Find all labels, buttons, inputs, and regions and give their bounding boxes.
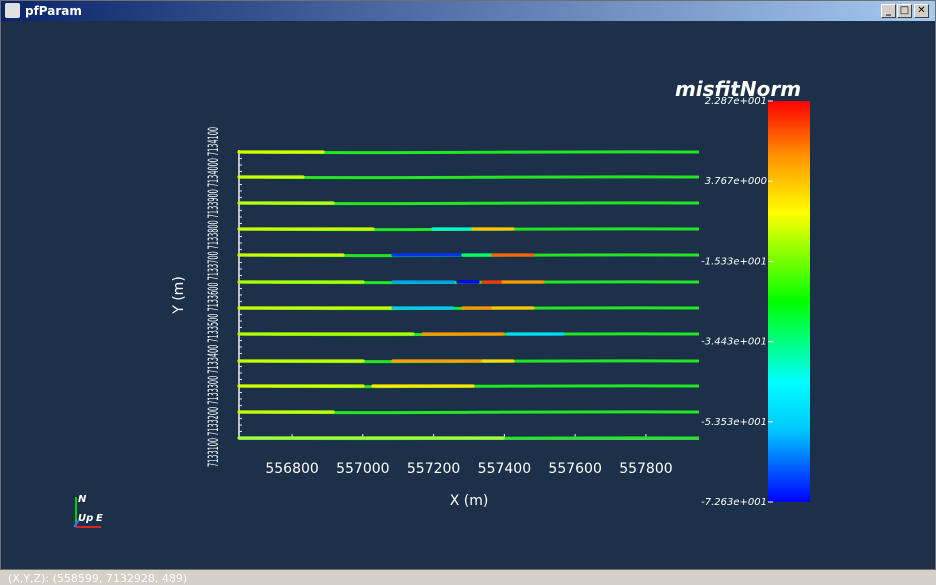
x-tick-label: 557400 [478,461,531,477]
y-tick-labels: 7133100 7133200 7133300 7133400 7133500 … [206,127,222,467]
x-axis-title: X (m) [450,493,489,509]
x-tick-label: 556800 [265,461,318,477]
plot-canvas[interactable]: 556800 557000 557200 557400 557600 557800 X (… [3,22,933,568]
x-tick-label: 557000 [336,461,389,477]
colorbar-label: -5.353e+001 [701,417,767,428]
east-label: E [96,513,103,524]
colorbar-label: 2.287e+001 [705,96,767,107]
colorbar [768,101,810,502]
colorbar-label: 3.767e+000 [705,176,767,187]
y-axis-ticks [239,151,245,439]
minimize-button[interactable]: _ [881,4,896,18]
coordinate-readout: (X,Y,Z): (558599, 7132928, 489) [8,572,188,585]
orientation-axes: N Up E [73,494,103,528]
close-button[interactable]: ✕ [914,4,929,18]
application-window: pfParam _ □ ✕ 556800 557000 557200 55740… [0,0,936,585]
maximize-button[interactable]: □ [897,4,912,18]
render-viewport[interactable]: 556800 557000 557200 557400 557600 557800 X (… [3,22,933,585]
x-tick-label: 557800 [619,461,672,477]
colorbar-label: -7.263e+001 [701,497,767,508]
colorbar-label: -3.443e+001 [701,337,767,348]
survey-lines [237,150,700,441]
x-tick-label: 557200 [407,461,460,477]
y-axis-title: Y (m) [171,276,187,315]
window-title: pfParam [25,4,82,18]
title-bar[interactable]: pfParam _ □ ✕ [1,1,935,21]
up-label: Up [78,513,93,524]
survey-line [238,175,700,180]
x-tick-label: 557600 [548,461,601,477]
colorbar-label: -1.533e+001 [701,256,767,267]
java-app-icon [5,3,20,18]
north-label: N [78,494,87,505]
